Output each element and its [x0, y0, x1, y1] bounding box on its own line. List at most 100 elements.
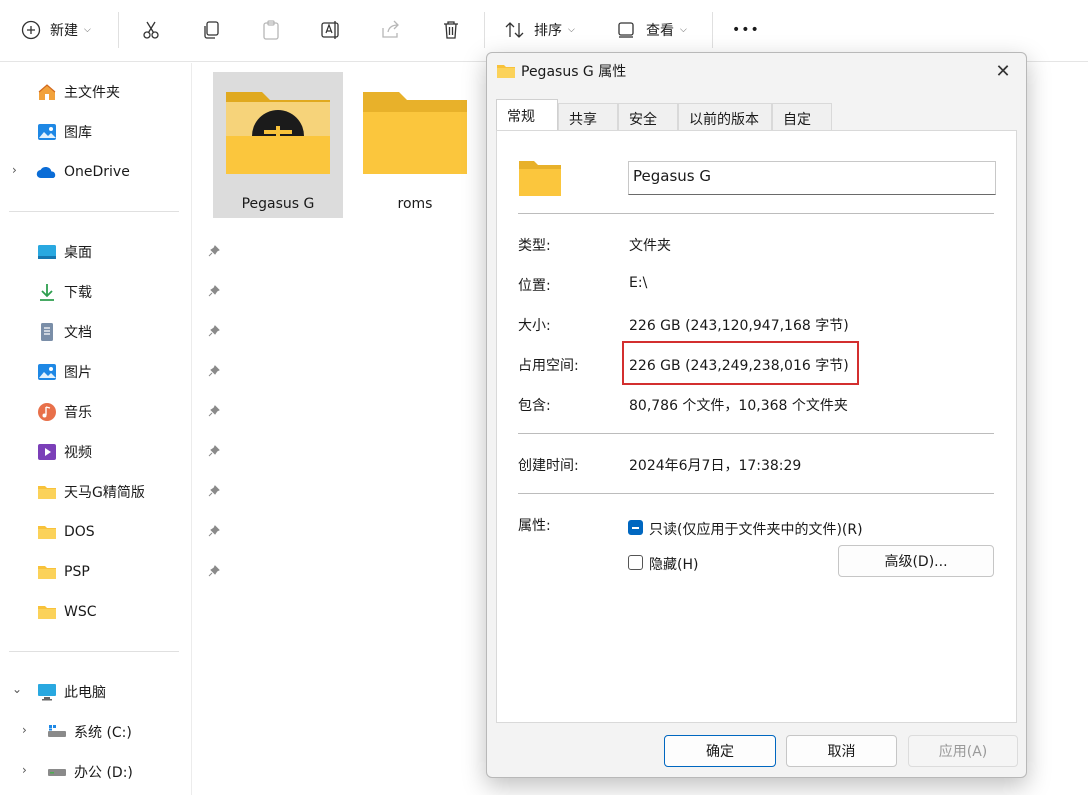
more-button[interactable]: ••• [732, 14, 760, 46]
pin-icon[interactable] [208, 565, 220, 581]
contains-value: 80,786 个文件，10,368 个文件夹 [629, 398, 848, 414]
close-button[interactable]: ✕ [988, 57, 1018, 85]
chevron-right-icon: › [22, 723, 27, 737]
desktop-icon [36, 241, 58, 263]
sidebar-item-wsc[interactable]: WSC [36, 596, 226, 628]
sidebar-item-onedrive[interactable]: › OneDrive [10, 156, 200, 188]
folder-name-input[interactable]: Pegasus G [628, 161, 996, 195]
sidebar-item-downloads[interactable]: 下载 [36, 276, 226, 308]
toolbar-divider [484, 12, 485, 48]
file-item-roms[interactable]: roms [350, 72, 480, 218]
created-label: 创建时间: [518, 458, 579, 474]
pin-icon[interactable] [208, 445, 220, 461]
hidden-checkbox[interactable] [628, 555, 643, 570]
cancel-button[interactable]: 取消 [786, 735, 897, 767]
readonly-checkbox[interactable] [628, 520, 643, 535]
tab-previous-versions[interactable]: 以前的版本 [678, 103, 772, 131]
navigation-pane: 主文件夹 图库 › OneDrive 桌面 下载 文档 图片 音乐 视频 天马G… [0, 63, 220, 795]
sort-icon [505, 22, 524, 38]
chevron-right-icon: › [12, 163, 17, 177]
sidebar-item-home[interactable]: 主文件夹 [36, 76, 226, 108]
view-button[interactable]: 查看 ⌵ [616, 14, 687, 46]
sidebar-item-gallery[interactable]: 图库 [36, 116, 226, 148]
video-icon [36, 441, 58, 463]
general-panel: Pegasus G 类型: 文件夹 位置: E:\ 大小: 226 GB (24… [496, 130, 1017, 723]
chevron-down-icon: ⌄ [12, 682, 23, 696]
file-name: roms [397, 196, 433, 212]
sidebar-item-psp[interactable]: PSP [36, 556, 226, 588]
sidebar-item-documents[interactable]: 文档 [36, 316, 226, 348]
apply-button[interactable]: 应用(A) [908, 735, 1018, 767]
rename-button[interactable] [320, 14, 342, 46]
sidebar-item-label: DOS [64, 524, 95, 540]
delete-button[interactable] [440, 14, 462, 46]
pin-icon[interactable] [208, 285, 220, 301]
pin-icon[interactable] [208, 485, 220, 501]
pin-icon[interactable] [208, 245, 220, 261]
onedrive-cloud-icon [36, 161, 58, 183]
share-icon [382, 20, 399, 38]
home-icon [36, 81, 58, 103]
clipboard-icon [263, 20, 279, 40]
sidebar-item-label: 系统 (C:) [74, 725, 132, 741]
sidebar-item-this-pc[interactable]: ⌄ 此电脑 [10, 676, 200, 708]
size-on-disk-label: 占用空间: [518, 358, 579, 374]
location-label: 位置: [518, 278, 551, 294]
music-icon [36, 401, 58, 423]
sidebar-item-videos[interactable]: 视频 [36, 436, 226, 468]
sidebar-item-label: 此电脑 [64, 685, 106, 701]
highlight-box [622, 341, 859, 385]
sidebar-item-desktop[interactable]: 桌面 [36, 236, 226, 268]
trash-icon [444, 21, 458, 39]
sidebar-item-label: WSC [64, 604, 97, 620]
sidebar-item-label: 下载 [64, 285, 92, 301]
cut-button[interactable] [140, 14, 162, 46]
sidebar-item-tianma[interactable]: 天马G精简版 [36, 476, 226, 508]
folder-icon [36, 601, 58, 623]
new-button[interactable]: 新建 ⌵ [20, 14, 91, 46]
paste-button[interactable] [260, 14, 282, 46]
sidebar-item-label: 主文件夹 [64, 85, 120, 101]
pin-icon[interactable] [208, 405, 220, 421]
divider [518, 493, 994, 494]
tab-sharing[interactable]: 共享 [558, 103, 618, 131]
toolbar-divider [118, 12, 119, 48]
sidebar-item-drive-c[interactable]: › 系统 (C:) [20, 716, 210, 748]
sort-button[interactable]: 排序 ⌵ [504, 14, 575, 46]
system-drive-icon [46, 721, 68, 743]
sidebar-item-drive-d[interactable]: › 办公 (D:) [20, 756, 210, 788]
tab-general[interactable]: 常规 [496, 99, 558, 131]
file-item-pegasus-g[interactable]: Pegasus G [213, 72, 343, 218]
pin-icon[interactable] [208, 365, 220, 381]
tab-security[interactable]: 安全 [618, 103, 678, 131]
plus-circle-icon [21, 20, 41, 40]
folder-icon [36, 561, 58, 583]
sidebar-item-label: 桌面 [64, 245, 92, 261]
properties-dialog: Pegasus G 属性 ✕ 常规 共享 安全 以前的版本 自定义 Pegasu… [486, 52, 1027, 778]
pin-icon[interactable] [208, 525, 220, 541]
divider [518, 213, 994, 214]
sidebar-item-music[interactable]: 音乐 [36, 396, 226, 428]
share-button[interactable] [380, 14, 402, 46]
sidebar-item-dos[interactable]: DOS [36, 516, 226, 548]
rename-icon [321, 21, 339, 39]
indeterminate-mark [632, 527, 639, 529]
pin-icon[interactable] [208, 325, 220, 341]
size-label: 大小: [518, 318, 551, 334]
close-icon: ✕ [995, 60, 1011, 82]
type-value: 文件夹 [629, 238, 671, 254]
document-icon [36, 321, 58, 343]
advanced-button[interactable]: 高级(D)... [838, 545, 994, 577]
drive-icon [46, 761, 68, 783]
file-name: Pegasus G [241, 196, 315, 212]
type-label: 类型: [518, 238, 551, 254]
size-value: 226 GB (243,120,947,168 字节) [629, 318, 849, 334]
folder-icon [363, 92, 467, 174]
copy-button[interactable] [200, 14, 222, 46]
chevron-down-icon: ⌵ [680, 25, 687, 35]
tab-customize[interactable]: 自定义 [772, 103, 832, 148]
ok-button[interactable]: 确定 [664, 735, 776, 767]
view-label: 查看 [646, 23, 674, 39]
sidebar-item-pictures[interactable]: 图片 [36, 356, 226, 388]
contains-label: 包含: [518, 398, 551, 414]
